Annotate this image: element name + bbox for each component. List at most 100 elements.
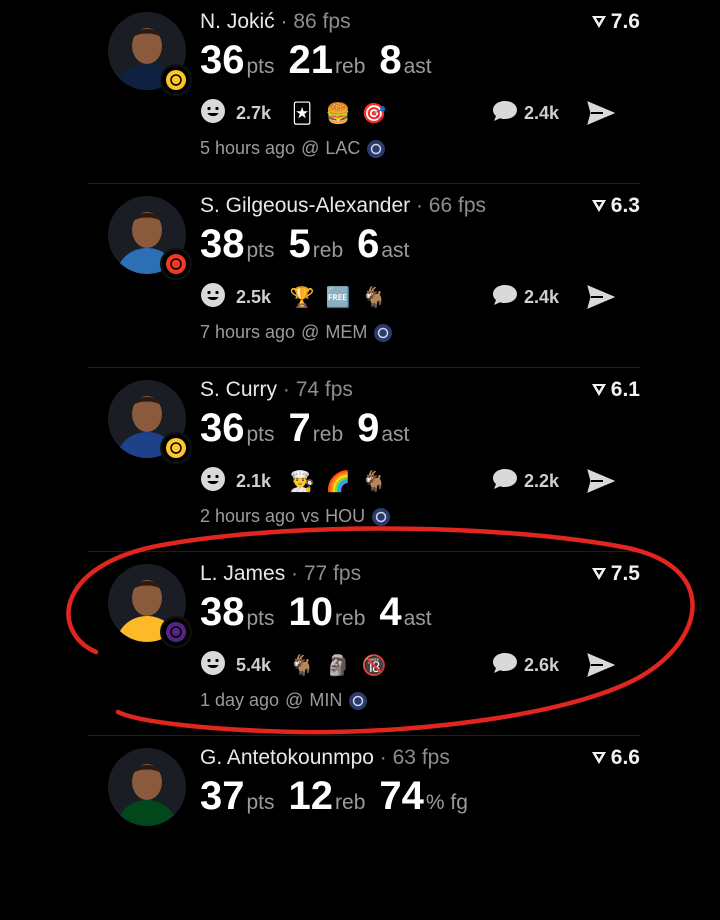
rating-badge[interactable]: 6.6 (591, 746, 640, 770)
upvote-arrow-icon (591, 198, 607, 214)
reaction-count: 5.4k (236, 654, 272, 675)
player-card[interactable]: S. Curry · 74 fps 6.1 36pts 7reb 9ast 2.1k 👨‍🍳… (0, 368, 720, 552)
reb-unit: reb (335, 607, 366, 630)
game-time: 1 day ago (200, 690, 280, 710)
game-meta: 2 hours ago vs HOU (200, 506, 391, 527)
fps-score: 66 fps (428, 194, 487, 217)
comments-button[interactable]: 2.4k (492, 98, 559, 128)
reaction-emoji[interactable]: 🆓 (325, 284, 351, 310)
pts-value: 38 (200, 222, 245, 266)
separator-dot: · (373, 746, 393, 769)
ast-value: 9 (357, 406, 380, 450)
rating-value: 7.6 (610, 10, 640, 33)
separator-dot: · (285, 562, 304, 585)
fps-score: 86 fps (293, 10, 351, 33)
reaction-emoji[interactable]: 🐐 (361, 468, 387, 494)
game-time: 5 hours ago (200, 138, 296, 158)
player-name[interactable]: S. Gilgeous-Alexander (200, 194, 410, 217)
comments-button[interactable]: 2.6k (492, 650, 559, 680)
reaction-emoji[interactable]: 🃏 (289, 100, 315, 126)
opponent-abbr[interactable]: MEM (325, 322, 367, 343)
pts-value: 38 (200, 590, 245, 634)
home-away-indicator: vs (301, 506, 320, 526)
ast-value: 74 (379, 774, 424, 818)
reaction-emoji[interactable]: 🗿 (325, 652, 351, 678)
rating-badge[interactable]: 6.1 (591, 378, 640, 402)
reb-unit: reb (312, 239, 344, 262)
speech-bubble-icon (492, 467, 518, 496)
pts-unit: pts (246, 55, 275, 78)
player-header: L. James · 77 fps (200, 562, 361, 586)
game-time: 2 hours ago (200, 506, 296, 526)
player-card[interactable]: N. Jokić · 86 fps 7.6 36pts 21reb 8ast 2.7k 🃏 🍔… (0, 0, 720, 184)
reb-value: 7 (288, 406, 311, 450)
team-logo (160, 432, 192, 464)
opponent-abbr[interactable]: LAC (325, 138, 360, 159)
opponent-logo (366, 139, 386, 159)
reaction-emoji[interactable]: 🌈 (325, 468, 351, 494)
player-card[interactable]: L. James · 77 fps 7.5 38pts 10reb 4ast 5.4k 🐐 🗿… (0, 552, 720, 736)
reb-unit: reb (312, 423, 344, 446)
comment-count: 2.4k (524, 102, 560, 123)
opponent-abbr[interactable]: MIN (309, 690, 342, 711)
separator-dot: · (274, 10, 294, 33)
pts-unit: pts (246, 607, 275, 630)
comment-count: 2.6k (524, 654, 560, 675)
rating-value: 6.3 (610, 194, 640, 217)
reaction-emoji[interactable]: 🐐 (289, 652, 315, 678)
rating-value: 6.1 (610, 378, 640, 401)
opponent-abbr[interactable]: HOU (325, 506, 365, 527)
paper-plane-icon[interactable] (586, 98, 616, 128)
rating-value: 7.5 (610, 562, 640, 585)
comments-button[interactable]: 2.2k (492, 466, 559, 496)
ast-value: 6 (357, 222, 380, 266)
reaction-emoji[interactable]: 👨‍🍳 (289, 468, 315, 494)
comment-count: 2.2k (524, 470, 560, 491)
stat-line: 36pts 21reb 8ast (200, 38, 446, 83)
player-header: N. Jokić · 86 fps (200, 10, 351, 34)
player-avatar[interactable] (108, 748, 186, 826)
player-name[interactable]: L. James (200, 562, 285, 585)
upvote-arrow-icon (591, 566, 607, 582)
reaction-emoji[interactable]: 🔞 (361, 652, 387, 678)
paper-plane-icon[interactable] (586, 466, 616, 496)
smiley-face-icon[interactable] (200, 466, 226, 497)
stat-line: 36pts 7reb 9ast (200, 406, 423, 451)
rating-value: 6.6 (610, 746, 640, 769)
upvote-arrow-icon (591, 750, 607, 766)
team-logo (160, 616, 192, 648)
reb-unit: reb (335, 55, 366, 78)
smiley-face-icon[interactable] (200, 98, 226, 129)
stat-line: 37pts 12reb 74% fg (200, 774, 482, 819)
speech-bubble-icon (492, 283, 518, 312)
reaction-emoji[interactable]: 🏆 (289, 284, 315, 310)
home-away-indicator: @ (285, 690, 304, 710)
upvote-arrow-icon (591, 14, 607, 30)
player-name[interactable]: N. Jokić (200, 10, 275, 33)
paper-plane-icon[interactable] (586, 282, 616, 312)
reaction-count: 2.7k (236, 102, 272, 123)
rating-badge[interactable]: 7.5 (591, 562, 640, 586)
reaction-emoji[interactable]: 🐐 (361, 284, 387, 310)
rating-badge[interactable]: 7.6 (591, 10, 640, 34)
player-card[interactable]: S. Gilgeous-Alexander · 66 fps 6.3 38pts 5r… (0, 184, 720, 368)
reaction-emoji[interactable]: 🎯 (361, 100, 387, 126)
reb-value: 21 (288, 38, 334, 82)
player-card[interactable]: G. Antetokounmpo · 63 fps 6.6 37pts 12reb 74… (0, 736, 720, 920)
upvote-arrow-icon (591, 382, 607, 398)
smiley-face-icon[interactable] (200, 282, 226, 313)
smiley-face-icon[interactable] (200, 650, 226, 681)
rating-badge[interactable]: 6.3 (591, 194, 640, 218)
fps-score: 77 fps (303, 562, 362, 585)
player-header: G. Antetokounmpo · 63 fps (200, 746, 450, 770)
comments-button[interactable]: 2.4k (492, 282, 559, 312)
ast-unit: % fg (425, 791, 468, 814)
reaction-emoji[interactable]: 🍔 (325, 100, 351, 126)
player-name[interactable]: S. Curry (200, 378, 277, 401)
player-name[interactable]: G. Antetokounmpo (200, 746, 374, 769)
reb-value: 10 (288, 590, 334, 634)
reb-value: 12 (288, 774, 334, 818)
paper-plane-icon[interactable] (586, 650, 616, 680)
ast-unit: ast (381, 239, 410, 262)
team-logo (160, 248, 192, 280)
